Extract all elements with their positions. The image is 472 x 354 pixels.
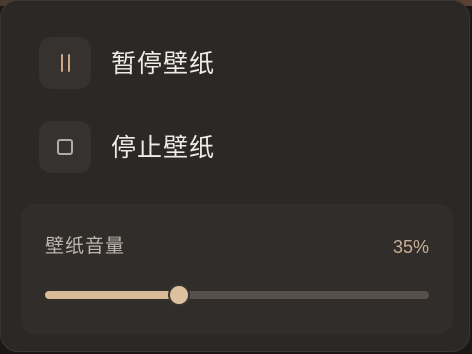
wallpaper-volume-label: 壁纸音量 bbox=[45, 236, 126, 257]
pause-icon-box bbox=[39, 37, 91, 89]
stop-icon bbox=[57, 139, 73, 155]
stop-icon-box bbox=[39, 121, 91, 173]
stop-wallpaper-label: 停止壁纸 bbox=[111, 134, 216, 162]
wallpaper-volume-slider[interactable] bbox=[45, 284, 429, 306]
pause-wallpaper-label: 暂停壁纸 bbox=[111, 50, 216, 78]
slider-fill bbox=[45, 291, 179, 299]
pause-icon bbox=[59, 54, 71, 72]
stop-wallpaper-button[interactable]: 停止壁纸 bbox=[21, 112, 449, 182]
slider-thumb[interactable] bbox=[168, 284, 190, 306]
wallpaper-volume-value: 35% bbox=[392, 237, 429, 257]
wallpaper-control-panel: 暂停壁纸 停止壁纸 壁纸音量 35% bbox=[0, 0, 470, 352]
pause-wallpaper-button[interactable]: 暂停壁纸 bbox=[21, 28, 449, 98]
wallpaper-volume-card: 壁纸音量 35% bbox=[21, 204, 453, 334]
